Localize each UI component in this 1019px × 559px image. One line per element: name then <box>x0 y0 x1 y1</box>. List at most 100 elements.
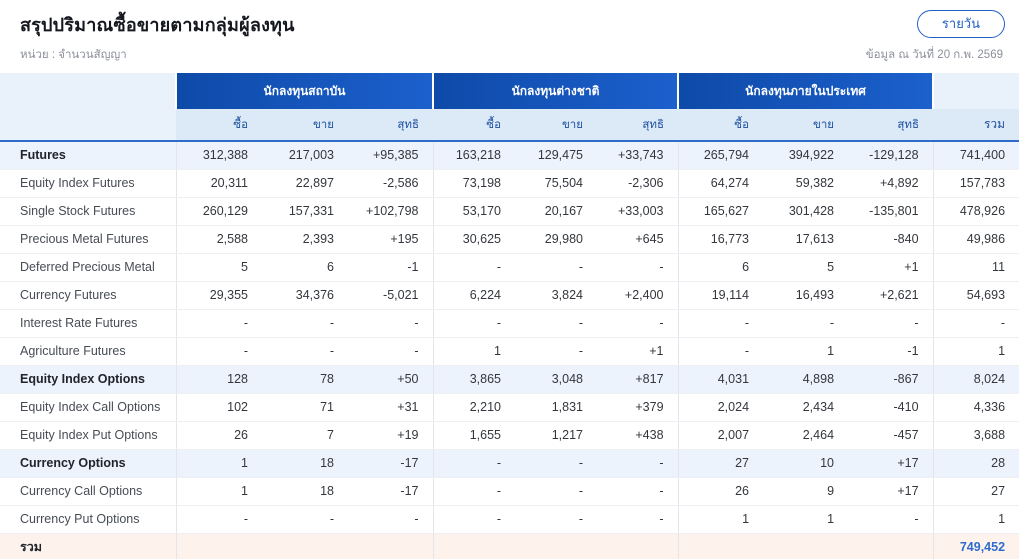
value-cell: 20,167 <box>515 197 597 226</box>
total-cell: 8,024 <box>932 365 1019 394</box>
value-cell: 4,031 <box>677 365 764 394</box>
footer-empty-cell <box>597 533 679 559</box>
value-cell: 75,504 <box>515 169 597 198</box>
footer-empty-cell <box>515 533 597 559</box>
value-cell: 22,897 <box>262 169 348 198</box>
value-cell: 128 <box>175 365 262 394</box>
value-cell: 30,625 <box>432 225 515 254</box>
value-cell: 20,311 <box>175 169 262 198</box>
row-label: Single Stock Futures <box>0 197 176 226</box>
value-cell: - <box>597 253 679 282</box>
value-cell: +195 <box>348 225 433 254</box>
value-cell: - <box>432 253 515 282</box>
col-total: รวม <box>933 109 1019 141</box>
col-sell-domestic: ขาย <box>763 109 849 141</box>
value-cell: - <box>848 505 934 534</box>
value-cell: 9 <box>763 477 849 506</box>
table-body: Futures 312,388 217,003 +95,385 163,218 129,4… <box>0 141 1019 534</box>
total-cell: - <box>932 309 1019 338</box>
value-cell: - <box>597 477 679 506</box>
row-label: Equity Index Options <box>0 365 176 394</box>
value-cell: 1 <box>432 337 515 366</box>
value-cell: 71 <box>262 393 348 422</box>
col-buy-institution: ซื้อ <box>176 109 262 141</box>
value-cell: 29,355 <box>175 281 262 310</box>
value-cell: - <box>848 309 934 338</box>
table-row: Equity Index Call Options 102 71 +31 2,210 1,… <box>0 393 1019 422</box>
value-cell: 64,274 <box>677 169 764 198</box>
total-cell: 28 <box>932 449 1019 478</box>
value-cell: - <box>262 337 348 366</box>
total-cell: 1 <box>932 505 1019 534</box>
corner-cell <box>0 73 176 141</box>
table-header: นักลงทุนสถาบัน นักลงทุนต่างชาติ นักลงทุน… <box>0 73 1019 141</box>
value-cell: 2,393 <box>262 225 348 254</box>
value-cell: - <box>515 505 597 534</box>
value-cell: - <box>515 309 597 338</box>
value-cell: 26 <box>175 421 262 450</box>
value-cell: - <box>432 449 515 478</box>
footer-empty-cell <box>175 533 262 559</box>
value-cell: 1,831 <box>515 393 597 422</box>
row-label: Currency Call Options <box>0 477 176 506</box>
value-cell: - <box>432 309 515 338</box>
total-cell: 4,336 <box>932 393 1019 422</box>
value-cell: 6,224 <box>432 281 515 310</box>
value-cell: 6 <box>262 253 348 282</box>
value-cell: 301,428 <box>763 197 849 226</box>
value-cell: -1 <box>848 337 934 366</box>
col-net-domestic: สุทธิ <box>848 109 934 141</box>
value-cell: +379 <box>597 393 679 422</box>
value-cell: - <box>262 505 348 534</box>
value-cell: 2,464 <box>763 421 849 450</box>
value-cell: 5 <box>763 253 849 282</box>
table-row: Currency Put Options - - - - - -1 1-1 <box>0 505 1019 534</box>
table-row: Precious Metal Futures 2,588 2,393 +195 30,6… <box>0 225 1019 254</box>
trading-summary-page: สรุปปริมาณซื้อขายตามกลุ่มผู้ลงทุน รายวัน… <box>0 0 1019 559</box>
value-cell: 163,218 <box>432 141 515 170</box>
value-cell: 2,210 <box>432 393 515 422</box>
group-header-domestic: นักลงทุนภายในประเทศ <box>677 73 934 109</box>
total-cell: 1 <box>932 337 1019 366</box>
value-cell: - <box>677 337 764 366</box>
value-cell: 165,627 <box>677 197 764 226</box>
value-cell: - <box>262 309 348 338</box>
value-cell: 16,493 <box>763 281 849 310</box>
value-cell: +645 <box>597 225 679 254</box>
value-cell: -457 <box>848 421 934 450</box>
table-footer: รวม 749,452 <box>0 533 1019 559</box>
value-cell: 312,388 <box>175 141 262 170</box>
value-cell: 27 <box>677 449 764 478</box>
value-cell: 4,898 <box>763 365 849 394</box>
value-cell: - <box>763 309 849 338</box>
grand-total-value: 749,452 <box>932 533 1019 559</box>
value-cell: 18 <box>262 477 348 506</box>
value-cell: 78 <box>262 365 348 394</box>
total-row-label: รวม <box>0 533 176 559</box>
table-row: Equity Index Futures 20,311 22,897 -2,586 73… <box>0 169 1019 198</box>
value-cell: -17 <box>348 449 433 478</box>
col-sell-institution: ขาย <box>262 109 348 141</box>
value-cell: - <box>348 337 433 366</box>
total-header-spacer <box>932 73 1019 109</box>
value-cell: 34,376 <box>262 281 348 310</box>
page-title: สรุปปริมาณซื้อขายตามกลุ่มผู้ลงทุน <box>20 15 295 35</box>
topbar: สรุปปริมาณซื้อขายตามกลุ่มผู้ลงทุน รายวัน <box>0 0 1019 39</box>
footer-empty-cell <box>262 533 348 559</box>
value-cell: 2,007 <box>677 421 764 450</box>
group-header-row: นักลงทุนสถาบัน นักลงทุนต่างชาติ นักลงทุน… <box>0 73 1019 141</box>
value-cell: - <box>432 505 515 534</box>
row-label: Equity Index Futures <box>0 169 176 198</box>
footer-empty-cell <box>348 533 433 559</box>
value-cell: +102,798 <box>348 197 433 226</box>
value-cell: - <box>432 477 515 506</box>
value-cell: 217,003 <box>262 141 348 170</box>
value-cell: 7 <box>262 421 348 450</box>
daily-period-button[interactable]: รายวัน <box>916 10 1005 38</box>
value-cell: 260,129 <box>175 197 262 226</box>
table-row: Interest Rate Futures - - - - - - - - - - <box>0 309 1019 338</box>
value-cell: 157,331 <box>262 197 348 226</box>
value-cell: - <box>515 477 597 506</box>
row-label: Deferred Precious Metal <box>0 253 176 282</box>
col-buy-foreign: ซื้อ <box>433 109 515 141</box>
